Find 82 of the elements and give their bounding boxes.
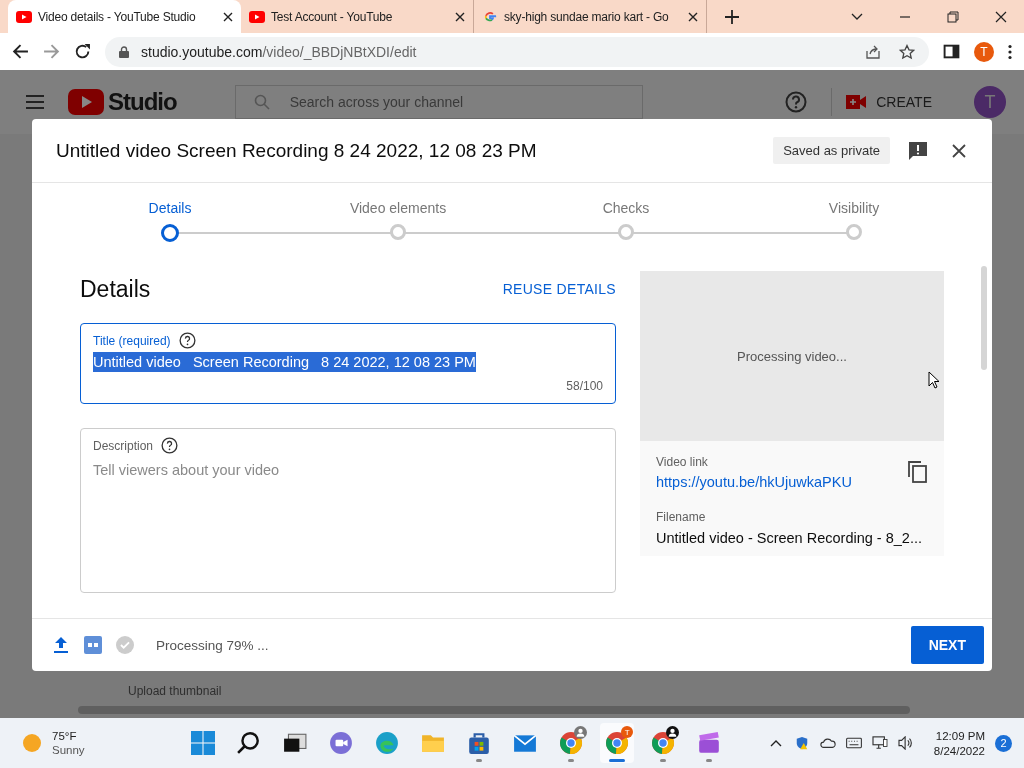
video-camera-icon	[846, 95, 867, 109]
feedback-icon[interactable]	[908, 140, 928, 161]
character-counter: 58/100	[566, 379, 603, 393]
step-tab[interactable]: Details	[148, 200, 192, 216]
studio-logo-text: Studio	[108, 88, 177, 116]
temperature: 75°F	[52, 730, 78, 742]
new-tab-icon[interactable]	[725, 9, 739, 24]
date: 8/24/2022	[933, 744, 985, 757]
store-icon	[467, 731, 492, 755]
time: 12:09 PM	[935, 729, 985, 742]
close-icon[interactable]	[688, 11, 698, 22]
person-icon	[666, 726, 680, 739]
dialog-title: Untitled video Screen Recording 8 24 2022, 12 08 23 PM	[56, 139, 537, 162]
chat-icon	[329, 731, 354, 755]
weather-condition: Sunny	[52, 744, 85, 756]
filename-value: Untitled video - Screen Recording - 8_2...	[656, 530, 923, 546]
close-icon[interactable]	[223, 11, 233, 22]
close-icon[interactable]	[455, 11, 465, 22]
step-tab[interactable]: Checks	[602, 200, 650, 216]
share-icon[interactable]	[865, 43, 881, 60]
restore-icon[interactable]	[946, 9, 960, 24]
address-bar[interactable]: studio.youtube.com/video/_BBDjNBtXDI/edit	[105, 36, 929, 67]
section-title: Details	[80, 275, 151, 303]
help-icon[interactable]	[161, 437, 179, 454]
task-view-icon	[283, 731, 308, 755]
upload-icon	[52, 636, 70, 654]
video-link[interactable]: https://youtu.be/hkUjuwkaPKU	[656, 474, 852, 490]
close-icon[interactable]	[952, 143, 966, 158]
scrollbar[interactable]	[981, 266, 987, 370]
profile-avatar[interactable]: T	[974, 41, 994, 62]
description-field[interactable]: Description Tell viewers about your video	[80, 428, 616, 593]
search-icon	[237, 731, 262, 755]
upload-thumbnail-label: Upload thumbnail	[128, 684, 222, 698]
processing-message: Processing video...	[737, 348, 847, 364]
saved-status-chip: Saved as private	[773, 137, 890, 164]
network-icon[interactable]	[871, 736, 888, 750]
hd-icon	[84, 636, 102, 654]
filename-label: Filename	[656, 510, 707, 524]
copy-icon[interactable]	[908, 461, 928, 483]
help-icon[interactable]	[178, 332, 196, 349]
chrome-icon	[605, 731, 630, 755]
edge-icon	[375, 731, 400, 755]
windows-icon	[191, 731, 216, 755]
field-label: Description	[93, 438, 154, 453]
browser-tab[interactable]: Video details - YouTube Studio	[8, 0, 241, 33]
back-icon[interactable]	[12, 43, 29, 60]
mouse-cursor-icon	[928, 371, 940, 389]
next-button[interactable]: NEXT	[910, 626, 984, 664]
close-icon[interactable]	[994, 9, 1008, 24]
step-tab[interactable]: Video elements	[349, 200, 447, 216]
youtube-logo-icon[interactable]	[68, 89, 104, 115]
title-value: Untitled video Screen Recording 8 24 2022, 12 08 23 PM	[93, 352, 476, 372]
title-field[interactable]: Title (required) Untitled video Screen Recording 8 24 2022, 12 08 23 PM 58/100	[80, 323, 616, 404]
menu-icon[interactable]	[1008, 43, 1012, 60]
profile-badge: T	[621, 726, 634, 738]
cloud-icon[interactable]	[819, 736, 836, 750]
create-button[interactable]: CREATE	[831, 88, 946, 116]
search-icon	[253, 94, 270, 110]
notification-badge[interactable]: 2	[995, 734, 1012, 752]
keyboard-icon[interactable]	[845, 736, 862, 750]
forward-icon[interactable]	[43, 43, 60, 60]
check-circle-icon	[116, 636, 134, 654]
side-panel-icon[interactable]	[943, 43, 960, 60]
volume-icon[interactable]	[897, 736, 914, 750]
field-label: Title (required)	[93, 333, 171, 348]
video-link-label: Video link	[656, 455, 709, 469]
taskbar-app[interactable]: T	[600, 723, 635, 763]
sun-icon	[22, 733, 42, 753]
step-tab[interactable]: Visibility	[828, 200, 880, 216]
processing-status: Processing 79% ...	[156, 637, 269, 653]
star-icon[interactable]	[899, 43, 915, 60]
person-icon	[574, 726, 588, 739]
clock[interactable]: 12:09 PM 8/24/2022	[933, 729, 985, 757]
description-placeholder: Tell viewers about your video	[93, 462, 281, 478]
google-icon	[482, 10, 498, 23]
reload-icon[interactable]	[74, 43, 91, 60]
youtube-icon	[249, 10, 265, 23]
reuse-details-button[interactable]: REUSE DETAILS	[502, 281, 616, 297]
clapperboard-icon	[697, 731, 722, 755]
horizontal-scrollbar[interactable]	[78, 706, 910, 714]
youtube-icon	[16, 10, 32, 23]
lock-icon	[119, 45, 129, 58]
